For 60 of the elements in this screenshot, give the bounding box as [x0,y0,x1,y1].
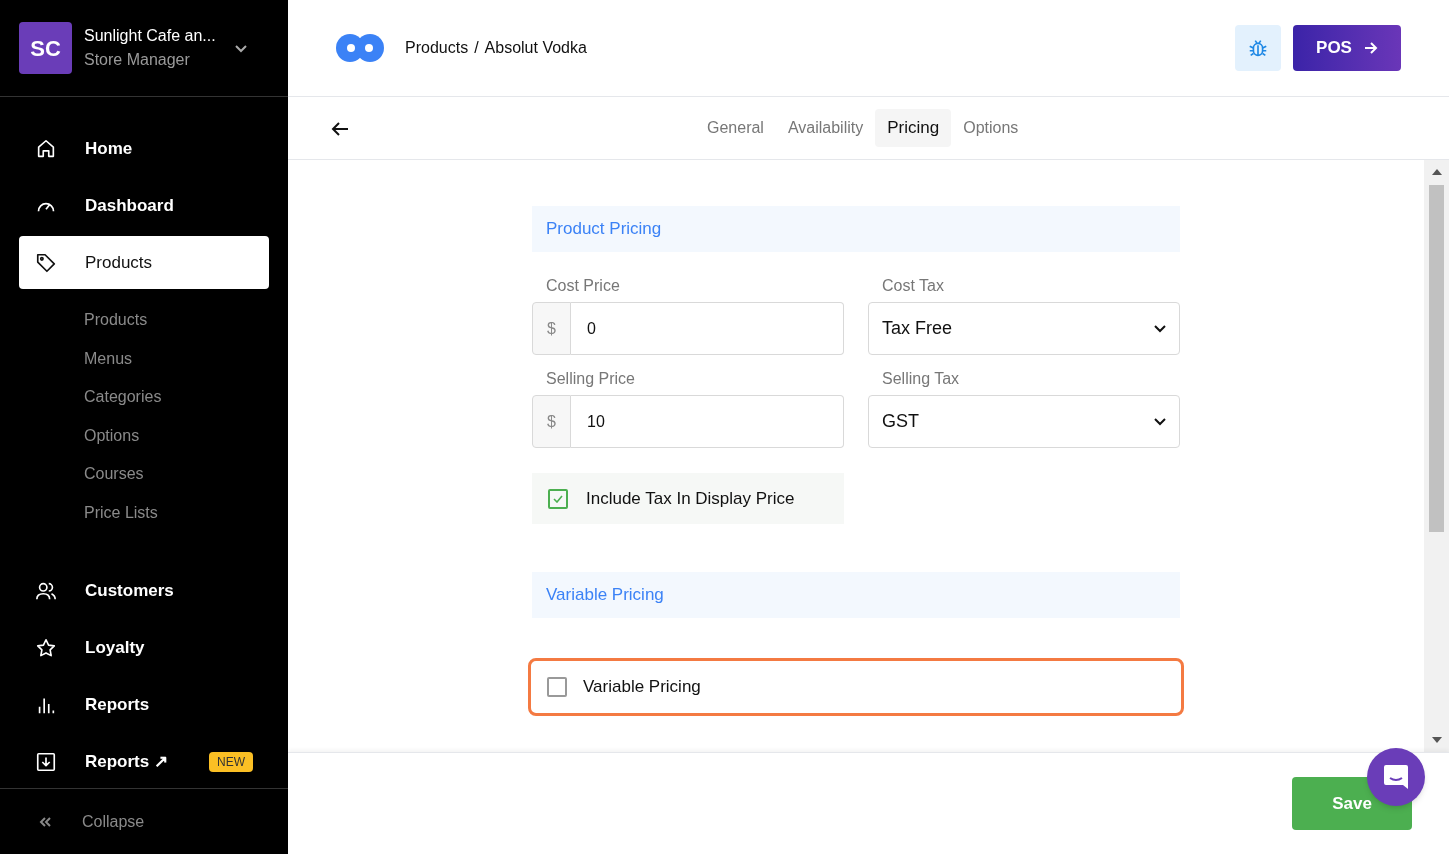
scroll-up-icon[interactable] [1432,169,1442,175]
scrollbar-thumb[interactable] [1429,185,1444,532]
nav-item[interactable]: Reports [19,678,269,731]
section-header: Product Pricing [532,206,1180,252]
tab[interactable]: Options [951,109,1031,147]
section-header: Variable Pricing [532,572,1180,618]
breadcrumb-separator: / [474,38,479,58]
download-box-icon [35,750,57,773]
bug-report-button[interactable] [1235,25,1281,71]
account-role: Store Manager [84,50,191,70]
scrollbar[interactable] [1424,160,1449,752]
tab[interactable]: Availability [775,109,876,147]
breadcrumb-item: Absolut Vodka [484,38,587,58]
subnav-link[interactable]: Categories [19,378,269,417]
nav-item[interactable]: Customers [19,564,269,617]
bug-icon [1247,37,1269,59]
checkmark-icon [553,494,563,503]
price-input[interactable]: 0 [571,302,844,355]
nav-item[interactable]: Home [19,122,269,175]
subnav-link[interactable]: Price Lists [19,493,269,532]
checkbox[interactable] [548,488,568,509]
subnav-link[interactable]: Products [19,301,269,340]
back-arrow-icon[interactable] [331,121,349,137]
double-chevron-left-icon[interactable] [38,815,52,828]
chevron-down-icon [1154,324,1166,333]
pos-button[interactable]: POS [1293,25,1401,71]
field-label: Selling Price [545,369,636,389]
breadcrumb-item[interactable]: Products [405,36,469,60]
new-badge: NEW [209,751,253,772]
checkbox[interactable] [547,677,567,697]
account-name: Sunlight Cafe an... [84,26,217,46]
logo-icon [335,33,385,63]
tab[interactable]: General [695,109,776,147]
nav-item[interactable]: Products [19,236,269,289]
tax-select[interactable]: Tax Free [868,302,1180,355]
chat-icon [1382,763,1410,791]
tag-icon [35,251,57,274]
star-icon [35,636,57,659]
currency-prefix: $ [532,302,571,355]
price-input[interactable]: 10 [571,395,844,448]
collapse-button[interactable]: Collapse [82,809,145,834]
nav-item[interactable]: Dashboard [19,179,269,232]
tab[interactable]: Pricing [875,109,952,147]
currency-prefix: $ [532,395,571,448]
field-label: Cost Tax [881,276,945,296]
field-label: Selling Tax [881,369,961,389]
subnav-link[interactable]: Courses [19,455,269,494]
field-label: Cost Price [545,276,621,296]
nav-item[interactable]: Loyalty [19,621,269,674]
nav-item[interactable]: Reports ↗ NEW [19,735,269,788]
checkbox-row[interactable]: Variable Pricing [528,658,1184,716]
checkbox-row[interactable]: Include Tax In Display Price [532,473,844,524]
tax-select[interactable]: GST [868,395,1180,448]
chevron-down-icon [1154,417,1166,426]
home-icon [35,137,57,160]
subnav-link[interactable]: Menus [19,339,269,378]
scroll-down-icon[interactable] [1432,737,1442,743]
subnav-link[interactable]: Options [19,416,269,455]
arrow-right-icon [1363,42,1378,54]
account-avatar: SC [19,22,72,74]
